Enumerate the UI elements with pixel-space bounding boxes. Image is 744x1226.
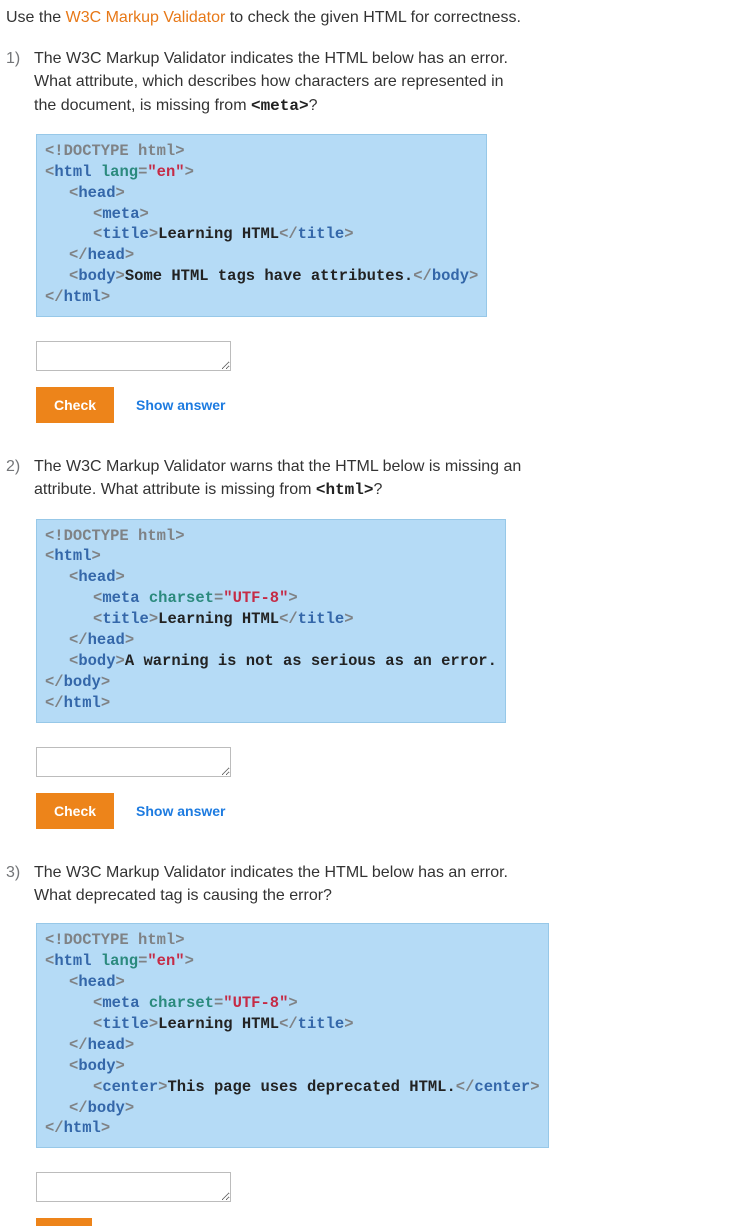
inline-code: <meta> — [251, 97, 309, 115]
show-answer-button[interactable]: Show answer — [136, 397, 225, 413]
answer-input[interactable] — [36, 1172, 231, 1202]
show-answer-button[interactable]: Show answer — [136, 803, 225, 819]
question-1: 1) The W3C Markup Validator indicates th… — [6, 47, 744, 423]
code-block: <!DOCTYPE html><html lang="en"><head><me… — [36, 923, 549, 1148]
intro-prefix: Use the — [6, 9, 66, 26]
code-block: <!DOCTYPE html><html lang="en"><head><me… — [36, 134, 487, 317]
question-number: 1) — [6, 47, 34, 70]
answer-input[interactable] — [36, 341, 231, 371]
check-button[interactable] — [36, 1218, 92, 1226]
inline-code: <html> — [316, 481, 374, 499]
question-2: 2) The W3C Markup Validator warns that t… — [6, 455, 744, 829]
question-text: The W3C Markup Validator indicates the H… — [34, 861, 694, 907]
intro-text: Use the W3C Markup Validator to check th… — [6, 6, 744, 29]
intro-suffix: to check the given HTML for correctness. — [225, 9, 521, 26]
question-text: The W3C Markup Validator warns that the … — [34, 455, 694, 502]
question-number: 3) — [6, 861, 34, 884]
check-button[interactable]: Check — [36, 387, 114, 423]
question-3: 3) The W3C Markup Validator indicates th… — [6, 861, 744, 1226]
check-button[interactable]: Check — [36, 793, 114, 829]
answer-input[interactable] — [36, 747, 231, 777]
code-block: <!DOCTYPE html><html><head><meta charset… — [36, 519, 506, 723]
question-number: 2) — [6, 455, 34, 478]
question-text: The W3C Markup Validator indicates the H… — [34, 47, 694, 118]
w3c-validator-link[interactable]: W3C Markup Validator — [66, 9, 226, 26]
